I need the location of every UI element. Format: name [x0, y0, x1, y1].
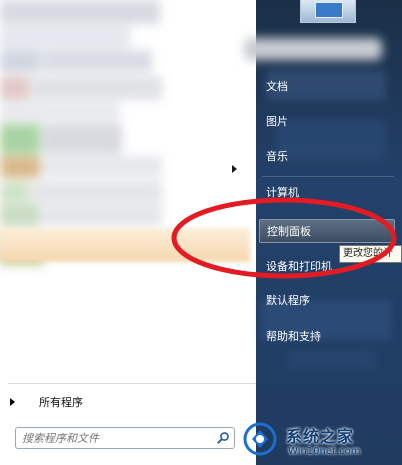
arrow-right-icon[interactable] — [232, 165, 237, 173]
all-programs-label: 所有程序 — [39, 396, 83, 409]
right-item-documents[interactable]: 文档 — [266, 75, 288, 99]
red-annotation-ellipse — [171, 197, 397, 279]
right-item-music[interactable]: 音乐 — [266, 145, 288, 169]
triangle-right-icon — [10, 398, 15, 406]
right-item-help-support[interactable]: 帮助和支持 — [266, 325, 321, 349]
user-picture-icon[interactable] — [300, 0, 356, 23]
divider — [262, 176, 394, 177]
right-item-default-programs[interactable]: 默认程序 — [266, 289, 310, 313]
search-icon[interactable] — [216, 431, 230, 445]
search-box[interactable] — [15, 427, 235, 449]
watermark-logo-icon — [243, 422, 277, 456]
all-programs-button[interactable]: 所有程序 — [10, 393, 83, 411]
username-blurred[interactable] — [244, 38, 382, 60]
watermark: 系统之家 Win10net.com — [236, 415, 402, 465]
right-item-pictures[interactable]: 图片 — [266, 110, 288, 134]
watermark-url: Win10net.com — [288, 446, 361, 457]
search-input[interactable] — [22, 430, 202, 446]
watermark-brand: 系统之家 — [286, 427, 355, 446]
